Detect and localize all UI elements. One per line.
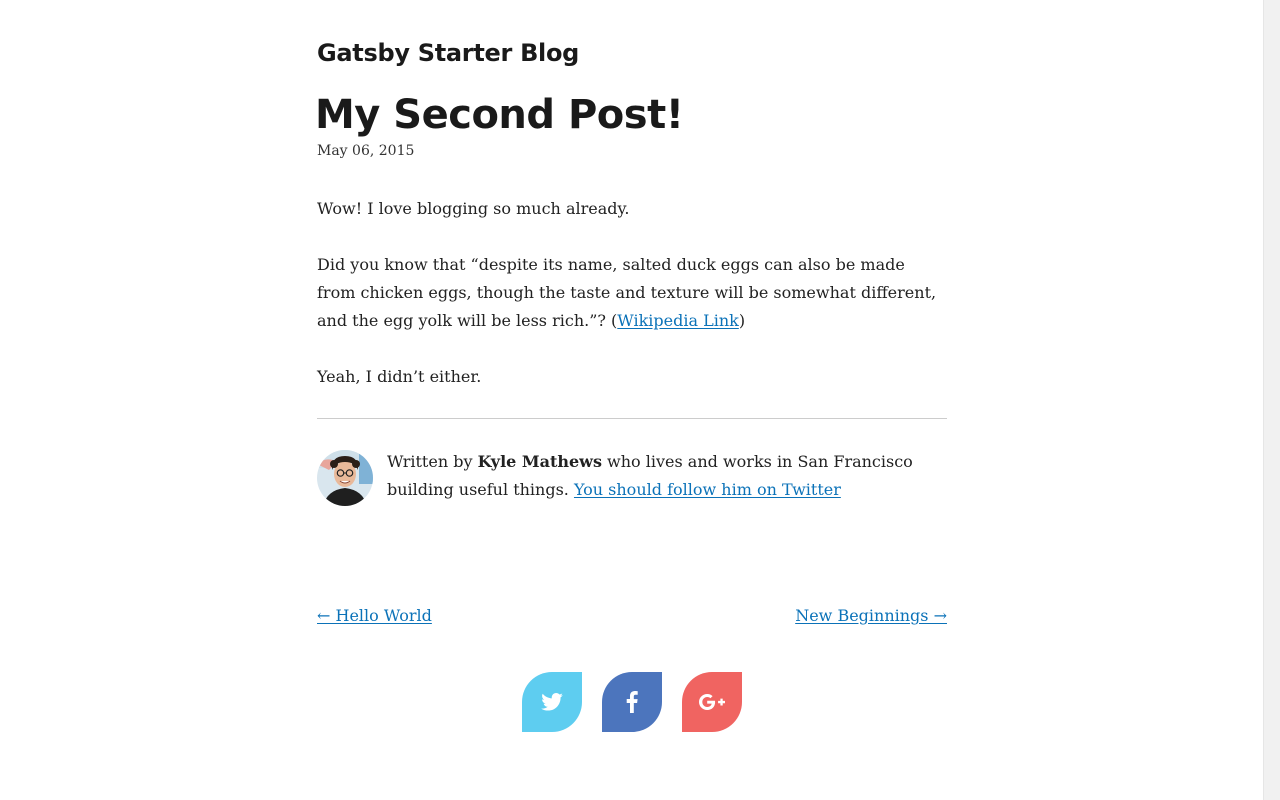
post-title: My Second Post! <box>315 92 684 138</box>
bio-prefix: Written by <box>387 452 478 471</box>
twitter-icon <box>541 693 563 711</box>
facebook-share-button[interactable] <box>602 672 662 732</box>
previous-post-link[interactable]: ← Hello World <box>317 603 432 629</box>
post-paragraph-1: Wow! I love blogging so much already. <box>317 199 630 218</box>
google-plus-icon <box>699 694 725 710</box>
next-post-link[interactable]: New Beginnings → <box>795 603 947 629</box>
author-name: Kyle Mathews <box>477 452 602 471</box>
site-title[interactable]: Gatsby Starter Blog <box>317 39 579 67</box>
twitter-share-button[interactable] <box>522 672 582 732</box>
author-bio-text: Written by Kyle Mathews who lives and wo… <box>387 448 917 504</box>
facebook-icon <box>626 691 638 713</box>
post-divider <box>317 418 947 419</box>
paragraph-2-closing: ) <box>738 311 746 330</box>
post-paragraph-2: Did you know that “despite its name, sal… <box>317 251 947 335</box>
author-avatar <box>317 450 373 506</box>
vertical-scrollbar[interactable] <box>1263 0 1280 800</box>
post-date: May 06, 2015 <box>317 143 415 159</box>
post-paragraph-3: Yeah, I didn’t either. <box>317 367 482 386</box>
social-share-buttons <box>522 672 762 732</box>
twitter-follow-link[interactable]: You should follow him on Twitter <box>574 480 841 499</box>
google-plus-share-button[interactable] <box>682 672 742 732</box>
wikipedia-link[interactable]: Wikipedia Link <box>617 311 739 330</box>
